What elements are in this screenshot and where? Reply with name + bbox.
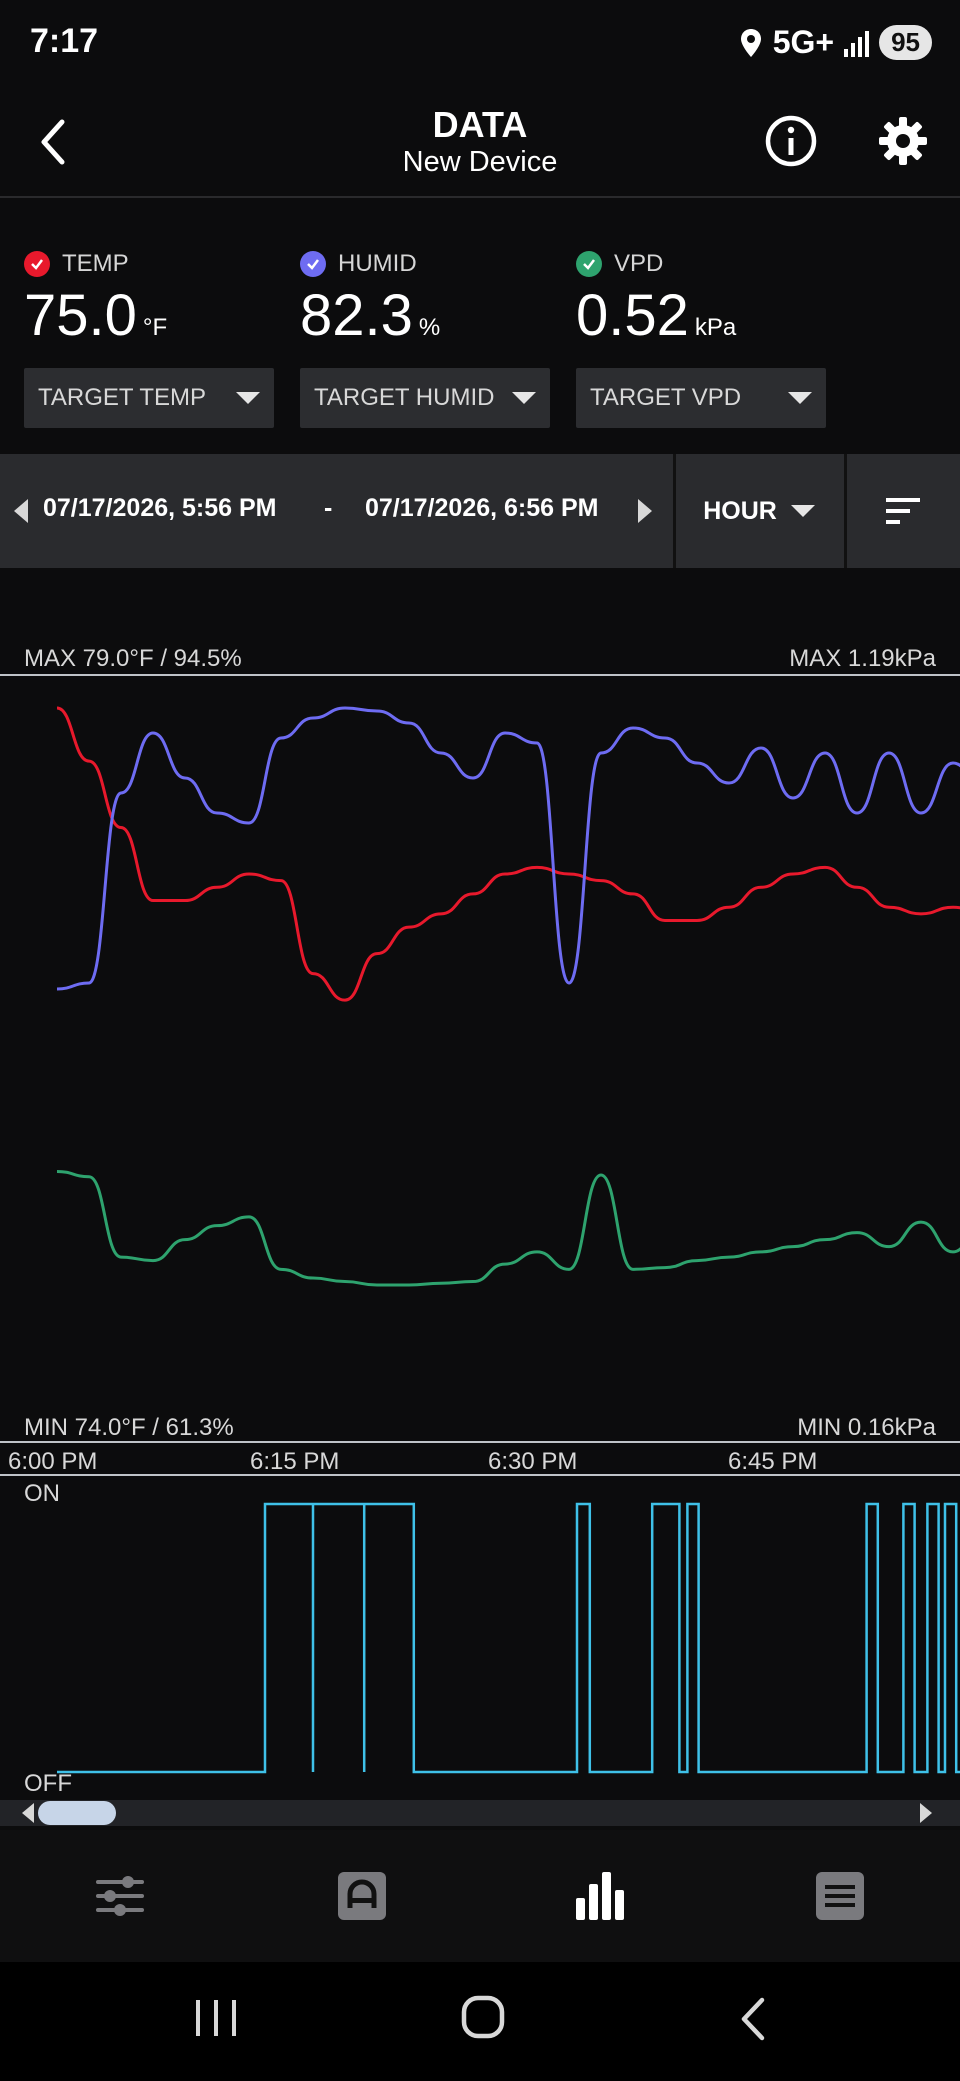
max-line xyxy=(0,674,960,676)
min-line xyxy=(0,1441,960,1443)
home-icon[interactable] xyxy=(460,1994,506,2040)
scroll-thumb[interactable] xyxy=(38,1801,116,1825)
target-vpd-dropdown[interactable]: TARGET VPD xyxy=(576,368,826,428)
reading-humid: HUMID 82.3% xyxy=(300,250,440,349)
signal-icon xyxy=(844,29,870,57)
status-time: 7:17 xyxy=(30,22,99,60)
chart-scrollbar[interactable] xyxy=(0,1800,960,1826)
reading-value: 0.52 xyxy=(576,283,689,348)
interval-dropdown[interactable]: HOUR xyxy=(674,454,844,568)
caret-down-icon xyxy=(236,392,260,404)
sensor-line-chart xyxy=(56,706,960,1287)
range-end[interactable]: 07/17/2026, 6:56 PM xyxy=(365,494,599,523)
sliders-icon[interactable] xyxy=(92,1870,148,1922)
reading-unit: °F xyxy=(142,314,168,341)
header-divider xyxy=(0,196,960,198)
scroll-right-icon[interactable] xyxy=(920,1803,932,1823)
reading-label: VPD xyxy=(614,250,664,277)
dropdown-label: TARGET HUMID xyxy=(314,384,495,411)
reading-temp: TEMP 75.0 °F xyxy=(24,250,167,349)
interval-label: HOUR xyxy=(703,496,777,525)
reading-label: HUMID xyxy=(338,250,417,277)
reading-unit: % xyxy=(418,314,441,341)
prev-range-icon[interactable] xyxy=(14,499,28,523)
caret-down-icon xyxy=(790,505,815,517)
list-icon[interactable] xyxy=(812,1870,868,1922)
reading-value: 75.0 xyxy=(24,283,137,348)
range-start[interactable]: 07/17/2026, 5:56 PM xyxy=(43,494,277,523)
check-icon xyxy=(24,251,50,277)
x-tick-label: 6:00 PM xyxy=(8,1448,98,1475)
info-icon[interactable] xyxy=(764,114,818,168)
caret-down-icon xyxy=(512,392,536,404)
battery-badge: 95 xyxy=(879,25,932,60)
network-label: 5G+ xyxy=(772,24,835,60)
location-icon xyxy=(740,28,761,57)
max-right-label: MAX 1.19kPa xyxy=(789,645,936,672)
target-humid-dropdown[interactable]: TARGET HUMID xyxy=(300,368,550,428)
reading-label: TEMP xyxy=(62,250,129,277)
on-off-chart xyxy=(57,1502,960,1774)
max-left-label: MAX 79.0°F / 94.5% xyxy=(24,645,242,672)
reading-vpd: VPD 0.52 kPa xyxy=(576,250,736,349)
on-off-trace xyxy=(57,1502,960,1774)
reading-unit: kPa xyxy=(694,314,737,341)
bar-chart-icon[interactable] xyxy=(572,1870,628,1922)
check-icon xyxy=(576,251,602,277)
check-icon xyxy=(300,251,326,277)
gear-icon[interactable] xyxy=(876,114,930,168)
x-tick-label: 6:45 PM xyxy=(728,1448,818,1475)
divider xyxy=(844,454,847,568)
x-tick-label: 6:15 PM xyxy=(250,1448,340,1475)
range-separator: - xyxy=(324,494,333,522)
recent-apps-icon[interactable] xyxy=(192,1996,242,2040)
reading-value: 82.3 xyxy=(300,283,413,348)
controller-icon[interactable] xyxy=(334,1870,390,1922)
dropdown-label: TARGET VPD xyxy=(590,384,742,411)
scroll-left-icon[interactable] xyxy=(22,1803,34,1823)
next-range-icon[interactable] xyxy=(638,499,652,523)
sort-icon[interactable] xyxy=(884,496,922,526)
series-line-humid xyxy=(56,706,960,991)
status-icons: 5G+ 95 xyxy=(739,24,932,61)
system-back-icon[interactable] xyxy=(736,1996,770,2042)
x-tick-label: 6:30 PM xyxy=(488,1448,578,1475)
caret-down-icon xyxy=(788,392,812,404)
series-line-vpd xyxy=(56,1169,960,1287)
dropdown-label: TARGET TEMP xyxy=(38,384,207,411)
target-temp-dropdown[interactable]: TARGET TEMP xyxy=(24,368,274,428)
